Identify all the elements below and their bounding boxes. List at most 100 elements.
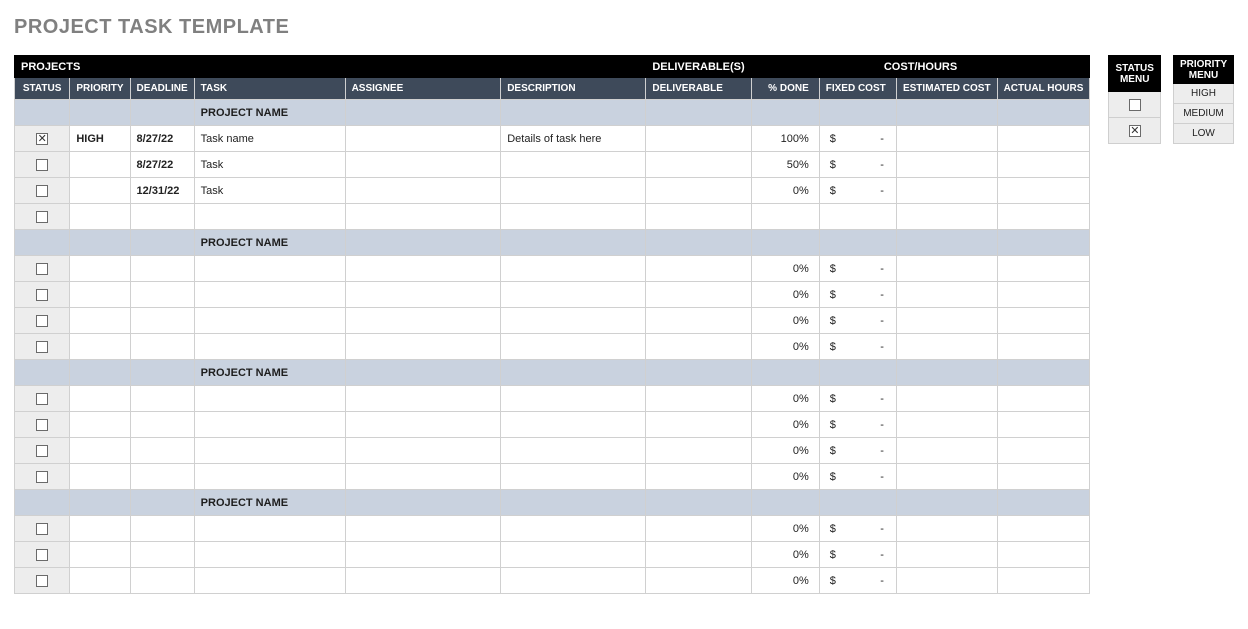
- pct-done-cell[interactable]: 0%: [751, 438, 819, 464]
- actual-hours-cell[interactable]: [997, 178, 1090, 204]
- fixed-cost-cell[interactable]: $-: [819, 126, 896, 152]
- description-cell[interactable]: [501, 386, 646, 412]
- actual-hours-cell[interactable]: [997, 542, 1090, 568]
- task-cell[interactable]: [194, 308, 345, 334]
- priority-cell[interactable]: [70, 386, 130, 412]
- description-cell[interactable]: [501, 256, 646, 282]
- status-cell[interactable]: [15, 256, 70, 282]
- assignee-cell[interactable]: [345, 308, 501, 334]
- description-cell[interactable]: [501, 204, 646, 230]
- actual-hours-cell[interactable]: [997, 256, 1090, 282]
- pct-done-cell[interactable]: 0%: [751, 542, 819, 568]
- deliverable-cell[interactable]: [646, 568, 751, 594]
- deliverable-cell[interactable]: [646, 386, 751, 412]
- pct-done-cell[interactable]: 0%: [751, 256, 819, 282]
- deliverable-cell[interactable]: [646, 152, 751, 178]
- description-cell[interactable]: [501, 412, 646, 438]
- deadline-cell[interactable]: 8/27/22: [130, 152, 194, 178]
- estimated-cost-cell[interactable]: [896, 178, 997, 204]
- priority-cell[interactable]: [70, 256, 130, 282]
- estimated-cost-cell[interactable]: [896, 464, 997, 490]
- task-cell[interactable]: [194, 334, 345, 360]
- priority-cell[interactable]: [70, 516, 130, 542]
- actual-hours-cell[interactable]: [997, 282, 1090, 308]
- actual-hours-cell[interactable]: [997, 126, 1090, 152]
- project-name-label[interactable]: PROJECT NAME: [194, 490, 345, 516]
- status-menu-checked[interactable]: [1109, 118, 1161, 144]
- assignee-cell[interactable]: [345, 386, 501, 412]
- priority-cell[interactable]: [70, 542, 130, 568]
- estimated-cost-cell[interactable]: [896, 516, 997, 542]
- actual-hours-cell[interactable]: [997, 516, 1090, 542]
- priority-cell[interactable]: [70, 204, 130, 230]
- deadline-cell[interactable]: [130, 412, 194, 438]
- deadline-cell[interactable]: 8/27/22: [130, 126, 194, 152]
- description-cell[interactable]: [501, 438, 646, 464]
- fixed-cost-cell[interactable]: $-: [819, 464, 896, 490]
- pct-done-cell[interactable]: 0%: [751, 464, 819, 490]
- deliverable-cell[interactable]: [646, 438, 751, 464]
- fixed-cost-cell[interactable]: $-: [819, 516, 896, 542]
- estimated-cost-cell[interactable]: [896, 438, 997, 464]
- priority-option-low[interactable]: LOW: [1173, 124, 1233, 144]
- pct-done-cell[interactable]: 0%: [751, 386, 819, 412]
- actual-hours-cell[interactable]: [997, 568, 1090, 594]
- assignee-cell[interactable]: [345, 568, 501, 594]
- actual-hours-cell[interactable]: [997, 334, 1090, 360]
- deadline-cell[interactable]: [130, 464, 194, 490]
- deadline-cell[interactable]: [130, 542, 194, 568]
- estimated-cost-cell[interactable]: [896, 568, 997, 594]
- assignee-cell[interactable]: [345, 516, 501, 542]
- actual-hours-cell[interactable]: [997, 308, 1090, 334]
- description-cell[interactable]: [501, 152, 646, 178]
- description-cell[interactable]: [501, 178, 646, 204]
- priority-cell[interactable]: [70, 334, 130, 360]
- status-cell[interactable]: [15, 178, 70, 204]
- pct-done-cell[interactable]: 0%: [751, 412, 819, 438]
- pct-done-cell[interactable]: 0%: [751, 334, 819, 360]
- deliverable-cell[interactable]: [646, 334, 751, 360]
- fixed-cost-cell[interactable]: [819, 204, 896, 230]
- fixed-cost-cell[interactable]: $-: [819, 412, 896, 438]
- fixed-cost-cell[interactable]: $-: [819, 568, 896, 594]
- pct-done-cell[interactable]: [751, 204, 819, 230]
- priority-option-high[interactable]: HIGH: [1173, 84, 1233, 104]
- deliverable-cell[interactable]: [646, 256, 751, 282]
- priority-cell[interactable]: [70, 178, 130, 204]
- deadline-cell[interactable]: [130, 438, 194, 464]
- status-menu-unchecked[interactable]: [1109, 92, 1161, 118]
- actual-hours-cell[interactable]: [997, 204, 1090, 230]
- deadline-cell[interactable]: 12/31/22: [130, 178, 194, 204]
- deliverable-cell[interactable]: [646, 178, 751, 204]
- description-cell[interactable]: Details of task here: [501, 126, 646, 152]
- estimated-cost-cell[interactable]: [896, 334, 997, 360]
- project-name-label[interactable]: PROJECT NAME: [194, 100, 345, 126]
- pct-done-cell[interactable]: 0%: [751, 282, 819, 308]
- pct-done-cell[interactable]: 0%: [751, 568, 819, 594]
- fixed-cost-cell[interactable]: $-: [819, 282, 896, 308]
- status-cell[interactable]: [15, 438, 70, 464]
- priority-cell[interactable]: [70, 568, 130, 594]
- task-cell[interactable]: Task name: [194, 126, 345, 152]
- pct-done-cell[interactable]: 0%: [751, 516, 819, 542]
- status-cell[interactable]: [15, 386, 70, 412]
- deadline-cell[interactable]: [130, 386, 194, 412]
- deliverable-cell[interactable]: [646, 464, 751, 490]
- fixed-cost-cell[interactable]: $-: [819, 438, 896, 464]
- actual-hours-cell[interactable]: [997, 412, 1090, 438]
- deliverable-cell[interactable]: [646, 516, 751, 542]
- deliverable-cell[interactable]: [646, 412, 751, 438]
- estimated-cost-cell[interactable]: [896, 308, 997, 334]
- deadline-cell[interactable]: [130, 334, 194, 360]
- pct-done-cell[interactable]: 100%: [751, 126, 819, 152]
- deliverable-cell[interactable]: [646, 308, 751, 334]
- estimated-cost-cell[interactable]: [896, 152, 997, 178]
- assignee-cell[interactable]: [345, 126, 501, 152]
- description-cell[interactable]: [501, 282, 646, 308]
- actual-hours-cell[interactable]: [997, 464, 1090, 490]
- task-cell[interactable]: Task: [194, 178, 345, 204]
- assignee-cell[interactable]: [345, 464, 501, 490]
- project-name-label[interactable]: PROJECT NAME: [194, 230, 345, 256]
- actual-hours-cell[interactable]: [997, 152, 1090, 178]
- task-cell[interactable]: [194, 204, 345, 230]
